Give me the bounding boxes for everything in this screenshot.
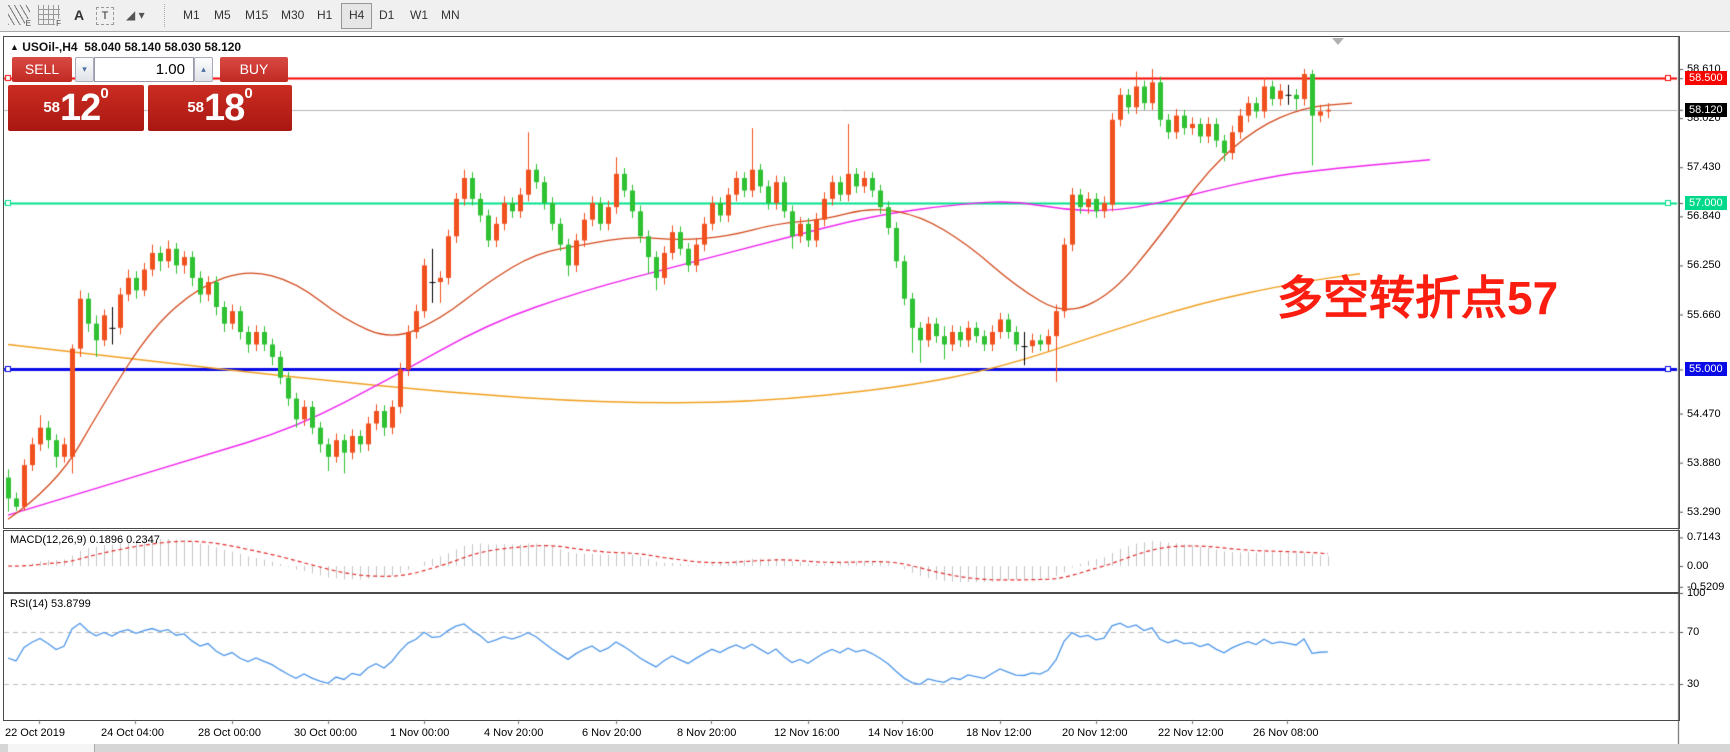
volume-increase-button[interactable]: ▴ [194,57,213,82]
ohlc-values: 58.040 58.140 58.030 58.120 [84,40,241,54]
chart-title: ▲ USOil-,H4 58.040 58.140 58.030 58.120 [10,40,241,54]
sell-button[interactable]: SELL [12,57,72,82]
horizontal-scrollbar[interactable] [0,744,1730,752]
date-axis-label[interactable]: 18 Nov 12:00 [966,727,1031,739]
price-badge-58.120: 58.120 [1685,103,1727,117]
rsi-value: 53.8799 [51,598,91,610]
volume-decrease-button[interactable]: ▾ [75,57,94,82]
macd-label: MACD(12,26,9) 0.1896 0.2347 [10,534,160,546]
date-axis-label[interactable]: 24 Oct 04:00 [101,727,164,739]
price-axis-label: 53.880 [1687,457,1721,469]
macd-axis-label: 0.7143 [1687,531,1721,543]
price-badge-58.500: 58.500 [1685,71,1727,85]
chart-annotation-text[interactable]: 多空转折点57 [1277,262,1558,328]
price-axis-label: 54.470 [1687,408,1721,420]
bid-price-major: 58 [43,99,60,116]
volume-input[interactable]: 1.00 [94,57,194,82]
date-axis-label[interactable]: 4 Nov 20:00 [484,727,543,739]
chart-shift-marker-icon[interactable] [1332,38,1344,45]
price-badge-55.000: 55.000 [1685,362,1727,376]
date-axis-label[interactable]: 20 Nov 12:00 [1062,727,1127,739]
ask-price-pipette: 0 [244,85,252,102]
date-axis-label[interactable]: 28 Oct 00:00 [198,727,261,739]
scrollbar-thumb[interactable] [8,744,95,752]
price-axis-label: 55.660 [1687,309,1721,321]
rsi-axis-label: 30 [1687,678,1699,690]
date-axis-label[interactable]: 22 Oct 2019 [5,727,65,739]
buy-button[interactable]: BUY [220,57,288,82]
collapse-triangle-icon[interactable]: ▲ [10,42,19,52]
date-axis-label[interactable]: 14 Nov 16:00 [868,727,933,739]
bid-price-button[interactable]: 58120 [8,85,144,131]
price-axis-label: 56.840 [1687,210,1721,222]
date-axis-label[interactable]: 30 Oct 00:00 [294,727,357,739]
price-axis-label: 53.290 [1687,506,1721,518]
date-axis-label[interactable]: 26 Nov 08:00 [1253,727,1318,739]
macd-axis-label: 0.00 [1687,560,1708,572]
price-axis-label: 57.430 [1687,161,1721,173]
rsi-axis-label: 100 [1687,587,1705,599]
macd-values: 0.1896 0.2347 [89,534,159,546]
date-axis-label[interactable]: 22 Nov 12:00 [1158,727,1223,739]
symbol-title: USOil-,H4 [22,40,77,54]
date-axis-label[interactable]: 1 Nov 00:00 [390,727,449,739]
date-axis-label[interactable]: 8 Nov 20:00 [677,727,736,739]
price-badge-57.000: 57.000 [1685,196,1727,210]
date-axis-label[interactable]: 12 Nov 16:00 [774,727,839,739]
ask-price-pips: 18 [204,87,244,129]
rsi-label: RSI(14) 53.8799 [10,598,91,610]
ask-price-major: 58 [187,99,204,116]
one-click-trade-widget: SELL ▾ 1.00 ▴ BUY 58120 58180 [8,57,292,131]
date-axis-label[interactable]: 6 Nov 20:00 [582,727,641,739]
bid-price-pips: 12 [60,87,100,129]
rsi-axis-label: 70 [1687,626,1699,638]
ask-price-button[interactable]: 58180 [148,85,292,131]
bid-price-pipette: 0 [100,85,108,102]
price-axis-label: 56.250 [1687,259,1721,271]
